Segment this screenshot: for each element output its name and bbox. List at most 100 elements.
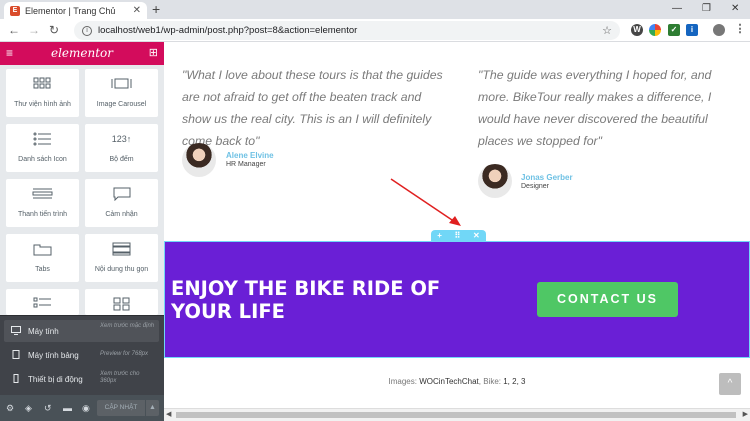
widgets-grid-icon[interactable]: ⊞: [149, 47, 158, 59]
browser-tab-title: Elementor | Trang Chủ: [25, 5, 116, 16]
device-name: Máy tính: [28, 327, 59, 336]
color-extension-icon[interactable]: [649, 24, 661, 36]
device-tablet[interactable]: Máy tính bảng Preview for 768px: [4, 344, 159, 366]
browser-tab[interactable]: E Elementor | Trang Chủ ✕: [4, 2, 147, 19]
mobile-icon: [13, 374, 19, 383]
tablet-icon: [12, 350, 20, 359]
device-name: Thiết bị di động: [28, 375, 83, 384]
update-options-chevron-icon[interactable]: ▲: [145, 400, 159, 416]
widget-accordion[interactable]: Nội dung thu gọn: [85, 234, 158, 282]
scroll-left-arrow-icon[interactable]: ◀: [166, 410, 171, 418]
history-icon[interactable]: ↺: [44, 403, 52, 413]
widget-partial-left[interactable]: [6, 289, 79, 315]
widget-label: Cảm nhận: [105, 211, 138, 218]
widget-tabs[interactable]: Tabs: [6, 234, 79, 282]
site-info-icon[interactable]: i: [82, 25, 92, 36]
widget-progress-bar[interactable]: Thanh tiến trình: [6, 179, 79, 227]
device-name: Máy tính bảng: [28, 351, 79, 360]
testimonial-name: Alene Elvine: [226, 151, 274, 160]
new-tab-button[interactable]: +: [152, 2, 160, 17]
scrollbar-thumb[interactable]: [176, 412, 736, 418]
menu-dots-icon[interactable]: ⋮: [734, 23, 746, 35]
contact-us-button[interactable]: CONTACT US: [537, 282, 678, 317]
counter-glyph: 123: [111, 134, 127, 144]
restore-button[interactable]: ❐: [702, 3, 711, 14]
avatar: [182, 143, 216, 177]
device-mobile[interactable]: Thiết bị di động Xem trước cho 360px: [4, 368, 159, 390]
profile-avatar-icon[interactable]: [713, 24, 725, 36]
elementor-panel: ≡ elementor ⊞ Thư viện hình ảnh Image Ca…: [0, 42, 164, 421]
credits-bike-links[interactable]: 1, 2, 3: [503, 377, 525, 386]
testimonial-icon: [113, 187, 131, 201]
tab-close-icon[interactable]: ✕: [133, 5, 141, 16]
device-desktop[interactable]: Máy tính Xem trước mặc định: [4, 320, 159, 342]
accordion-icon: [112, 242, 131, 256]
device-hint: Preview for 768px: [100, 351, 149, 357]
testimonial-quote: "The guide was everything I hoped for, a…: [478, 68, 712, 148]
panel-header: ≡ elementor ⊞: [0, 42, 164, 65]
elementor-favicon-icon: E: [10, 5, 20, 16]
address-bar[interactable]: i localhost/web1/wp-admin/post.php?post=…: [74, 21, 620, 40]
progress-bar-icon: [32, 188, 53, 199]
widget-label: Thư viện hình ảnh: [14, 101, 71, 108]
testimonial-role: Designer: [521, 183, 550, 190]
widget-label: Tabs: [35, 266, 50, 273]
icon-list-icon: [33, 132, 51, 146]
update-button[interactable]: CẬP NHẬT: [97, 400, 145, 416]
preview-eye-icon[interactable]: ◉: [82, 403, 90, 413]
widget-image-carousel[interactable]: Image Carousel: [85, 69, 158, 117]
device-hint: Xem trước cho 360px: [100, 371, 140, 384]
testimonial-name: Jonas Gerber: [521, 173, 573, 182]
widget-testimonial[interactable]: Cảm nhận: [85, 179, 158, 227]
green-extension-icon[interactable]: ✓: [668, 24, 680, 36]
panel-footer: ⚙ ◈ ↺ ▬ ◉ CẬP NHẬT ▲: [0, 395, 164, 421]
carousel-icon: [111, 78, 132, 89]
list-icon: [33, 297, 51, 308]
horizontal-scrollbar[interactable]: ◀ ▶: [164, 408, 750, 421]
url-text: localhost/web1/wp-admin/post.php?post=8&…: [98, 25, 358, 36]
bookmark-star-icon[interactable]: ☆: [602, 24, 612, 37]
avatar: [478, 164, 512, 198]
settings-gear-icon[interactable]: ⚙: [6, 403, 14, 413]
page-preview: "What I love about these tours is that t…: [164, 42, 750, 408]
widget-label: Bộ đếm: [109, 156, 134, 163]
widget-label: Thanh tiến trình: [17, 211, 68, 218]
tabs-icon: [33, 244, 52, 256]
testimonial-quote: "What I love about these tours is that t…: [182, 68, 443, 148]
widget-image-gallery[interactable]: Thư viện hình ảnh: [6, 69, 79, 117]
widget-label: Danh sách Icon: [18, 156, 67, 163]
credits-mid: , Bike:: [478, 377, 504, 386]
info-extension-icon[interactable]: i: [686, 24, 698, 36]
widget-label: Image Carousel: [96, 101, 147, 108]
responsive-desktop-icon[interactable]: ▬: [63, 403, 72, 413]
counter-icon: 123↑: [111, 134, 132, 144]
device-hint: Xem trước mặc định: [100, 323, 155, 329]
reload-icon[interactable]: ↻: [49, 23, 59, 37]
image-credits: Images: WOCinTechChat, Bike: 1, 2, 3: [164, 377, 750, 386]
section-handle: + ⠿ ✕: [431, 230, 486, 241]
elementor-logo: elementor: [50, 46, 114, 60]
scroll-to-top-button[interactable]: ^: [719, 373, 741, 395]
widget-label: Nội dung thu gọn: [94, 266, 149, 273]
gallery-icon: [33, 77, 51, 89]
move-section-icon[interactable]: ⠿: [455, 231, 461, 240]
responsive-mode-menu: Máy tính Xem trước mặc định Máy tính bản…: [0, 315, 164, 395]
annotation-arrow: [390, 178, 461, 226]
widget-counter[interactable]: 123↑ Bộ đếm: [85, 124, 158, 172]
cta-section[interactable]: ENJOY THE BIKE RIDE OF YOUR LIFE CONTACT…: [164, 241, 750, 358]
widget-icon-list[interactable]: Danh sách Icon: [6, 124, 79, 172]
back-arrow-icon[interactable]: ←: [8, 23, 20, 37]
widget-partial-right[interactable]: [85, 289, 158, 315]
cta-heading: ENJOY THE BIKE RIDE OF YOUR LIFE: [171, 277, 441, 323]
wordpress-extension-icon[interactable]: W: [631, 24, 643, 36]
credits-images-link[interactable]: WOCinTechChat: [419, 377, 479, 386]
add-section-icon[interactable]: +: [437, 231, 442, 240]
scroll-right-arrow-icon[interactable]: ▶: [743, 410, 748, 418]
minimize-button[interactable]: —: [672, 3, 682, 14]
forward-arrow-icon[interactable]: →: [28, 23, 40, 37]
delete-section-icon[interactable]: ✕: [473, 231, 480, 240]
window-close-button[interactable]: ✕: [731, 3, 739, 14]
social-icons-icon: [113, 297, 130, 311]
credits-prefix: Images:: [388, 377, 420, 386]
navigator-layers-icon[interactable]: ◈: [25, 403, 32, 413]
